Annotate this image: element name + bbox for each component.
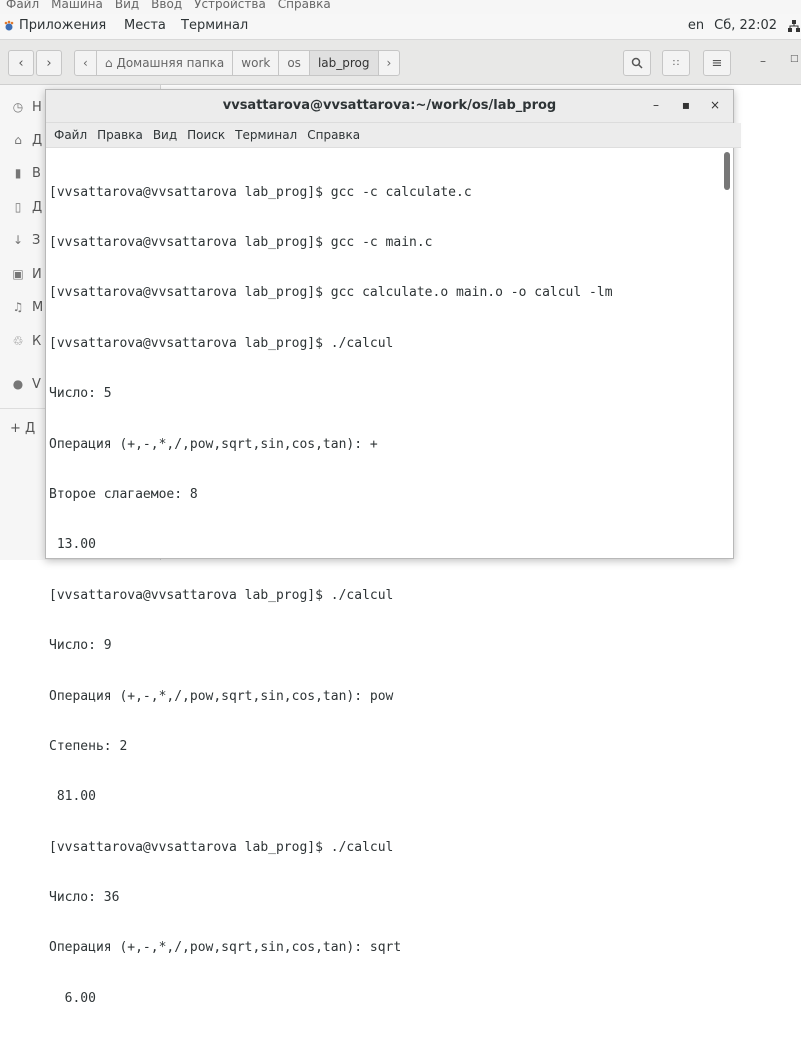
sidebar-item-label: З — [32, 232, 41, 248]
sidebar-item-label: Д — [32, 199, 43, 215]
path-scroll-left[interactable]: ‹ — [75, 51, 97, 75]
terminal-line: 13.00 — [49, 537, 96, 553]
keyboard-layout-indicator[interactable]: en — [688, 18, 704, 33]
path-scroll-right[interactable]: › — [379, 51, 400, 75]
terminal-line: Операция (+,-,*,/,pow,sqrt,sin,cos,tan):… — [49, 940, 402, 956]
gnome-top-bar: Приложения Места Терминал en Сб, 22:02 — [0, 14, 801, 40]
path-lab-prog[interactable]: lab_prog — [309, 51, 379, 75]
terminal-line: Степень: 2 — [49, 738, 128, 754]
terminal-line: Число: 5 — [49, 386, 112, 402]
search-icon — [631, 57, 643, 69]
home-icon: ⌂ — [14, 133, 22, 147]
disc-icon: ● — [12, 377, 24, 391]
maximize-button[interactable]: ▪ — [678, 98, 694, 114]
terminal-line: [vvsattarova@vvsattarova lab_prog]$ ./ca… — [49, 587, 394, 603]
sidebar-item-label: В — [32, 165, 41, 181]
forward-button[interactable]: › — [36, 50, 62, 76]
menu-view[interactable]: Вид — [153, 128, 177, 142]
terminal-window: vvsattarova@vvsattarova:~/work/os/lab_pr… — [45, 89, 741, 1006]
back-button[interactable]: ‹ — [8, 50, 34, 76]
terminal-scrollbar[interactable] — [724, 152, 730, 190]
menu-edit[interactable]: Правка — [97, 128, 143, 142]
terminal-line: 81.00 — [49, 789, 96, 805]
terminal-line: [vvsattarova@vvsattarova lab_prog]$ ./ca… — [49, 839, 394, 855]
video-icon: ▮ — [14, 166, 22, 180]
terminal-screen[interactable]: [vvsattarova@vvsattarova lab_prog]$ gcc … — [46, 148, 733, 1006]
path-home-label: Домашняя папка — [116, 56, 225, 70]
terminal-line: [vvsattarova@vvsattarova lab_prog]$ gcc … — [49, 285, 613, 301]
terminal-line: 6.00 — [49, 990, 96, 1006]
document-icon: ▯ — [14, 200, 22, 214]
close-button[interactable]: × — [707, 98, 723, 114]
menu-file[interactable]: Файл — [54, 128, 87, 142]
terminal-line: [vvsattarova@vvsattarova lab_prog]$ gcc … — [49, 234, 433, 250]
terminal-title: vvsattarova@vvsattarova:~/work/os/lab_pr… — [222, 98, 557, 113]
terminal-menubar: Файл Правка Вид Поиск Терминал Справка — [46, 123, 741, 148]
maximize-button[interactable]: □ — [790, 54, 799, 64]
terminal-titlebar[interactable]: vvsattarova@vvsattarova:~/work/os/lab_pr… — [46, 90, 733, 123]
back-icon: ‹ — [18, 55, 24, 71]
vm-menu-devices[interactable]: Устройства — [194, 0, 266, 11]
network-icon[interactable] — [787, 19, 801, 33]
clock[interactable]: Сб, 22:02 — [714, 18, 777, 33]
path-work[interactable]: work — [233, 51, 280, 75]
sidebar-item-label: V — [32, 376, 41, 392]
terminal-line: [vvsattarova@vvsattarova lab_prog]$ ./ca… — [49, 335, 394, 351]
sidebar-item-label: Д — [32, 132, 43, 148]
search-button[interactable] — [623, 50, 651, 76]
vm-menu-file[interactable]: Файл — [6, 0, 39, 11]
view-toggle-button[interactable]: ∷ — [662, 50, 690, 76]
sidebar-item-label: И — [32, 266, 42, 282]
sidebar-item-label: Н — [32, 99, 42, 115]
sidebar-item-label: М — [32, 299, 44, 315]
menu-help[interactable]: Справка — [307, 128, 360, 142]
menu-terminal[interactable]: Терминал — [235, 128, 297, 142]
music-icon: ♫ — [12, 300, 24, 314]
gnome-foot-icon — [4, 20, 14, 30]
clock-icon: ◷ — [12, 100, 24, 114]
path-os[interactable]: os — [279, 51, 310, 75]
view-toggle-icon: ∷ — [672, 57, 680, 69]
vm-menu-machine[interactable]: Машина — [51, 0, 103, 11]
terminal-line: Операция (+,-,*,/,pow,sqrt,sin,cos,tan):… — [49, 436, 378, 452]
terminal-line: Число: 9 — [49, 638, 112, 654]
trash-icon: ♲ — [12, 334, 24, 348]
terminal-output: [vvsattarova@vvsattarova lab_prog]$ gcc … — [49, 151, 613, 1041]
terminal-line: Число: 36 — [49, 890, 120, 906]
terminal-line: [vvsattarova@vvsattarova lab_prog]$ gcc … — [49, 184, 472, 200]
vm-menu-view[interactable]: Вид — [115, 0, 139, 11]
menu-button[interactable]: ≡ — [703, 50, 731, 76]
sidebar-item-label: + Д — [10, 420, 36, 436]
forward-icon: › — [46, 55, 52, 71]
chevron-left-icon: ‹ — [83, 56, 88, 70]
sidebar-item-label: К — [32, 333, 42, 349]
terminal-line: Операция (+,-,*,/,pow,sqrt,sin,cos,tan):… — [49, 688, 394, 704]
menu-icon: ≡ — [711, 55, 723, 71]
vm-menu-help[interactable]: Справка — [278, 0, 331, 11]
applications-menu[interactable]: Приложения — [3, 18, 106, 33]
menu-search[interactable]: Поиск — [187, 128, 225, 142]
path-home[interactable]: ⌂ Домашняя папка — [97, 51, 234, 75]
minimize-button[interactable]: – — [648, 98, 664, 114]
vm-menu-input[interactable]: Ввод — [151, 0, 182, 11]
files-toolbar: ‹ › ‹ ⌂ Домашняя папка work os lab_prog … — [0, 40, 801, 85]
path-bar: ‹ ⌂ Домашняя папка work os lab_prog › — [74, 50, 401, 76]
terminal-app-menu[interactable]: Терминал — [181, 18, 248, 33]
chevron-right-icon: › — [386, 56, 392, 70]
applications-label: Приложения — [19, 18, 107, 33]
minimize-button[interactable]: – — [760, 54, 766, 68]
vm-menubar: Файл Машина Вид Ввод Устройства Справка — [0, 0, 801, 14]
places-menu[interactable]: Места — [124, 18, 166, 33]
home-icon: ⌂ — [104, 56, 113, 70]
download-icon: ↓ — [12, 233, 24, 247]
terminal-line: Второе слагаемое: 8 — [49, 486, 198, 502]
camera-icon: ▣ — [12, 267, 24, 281]
